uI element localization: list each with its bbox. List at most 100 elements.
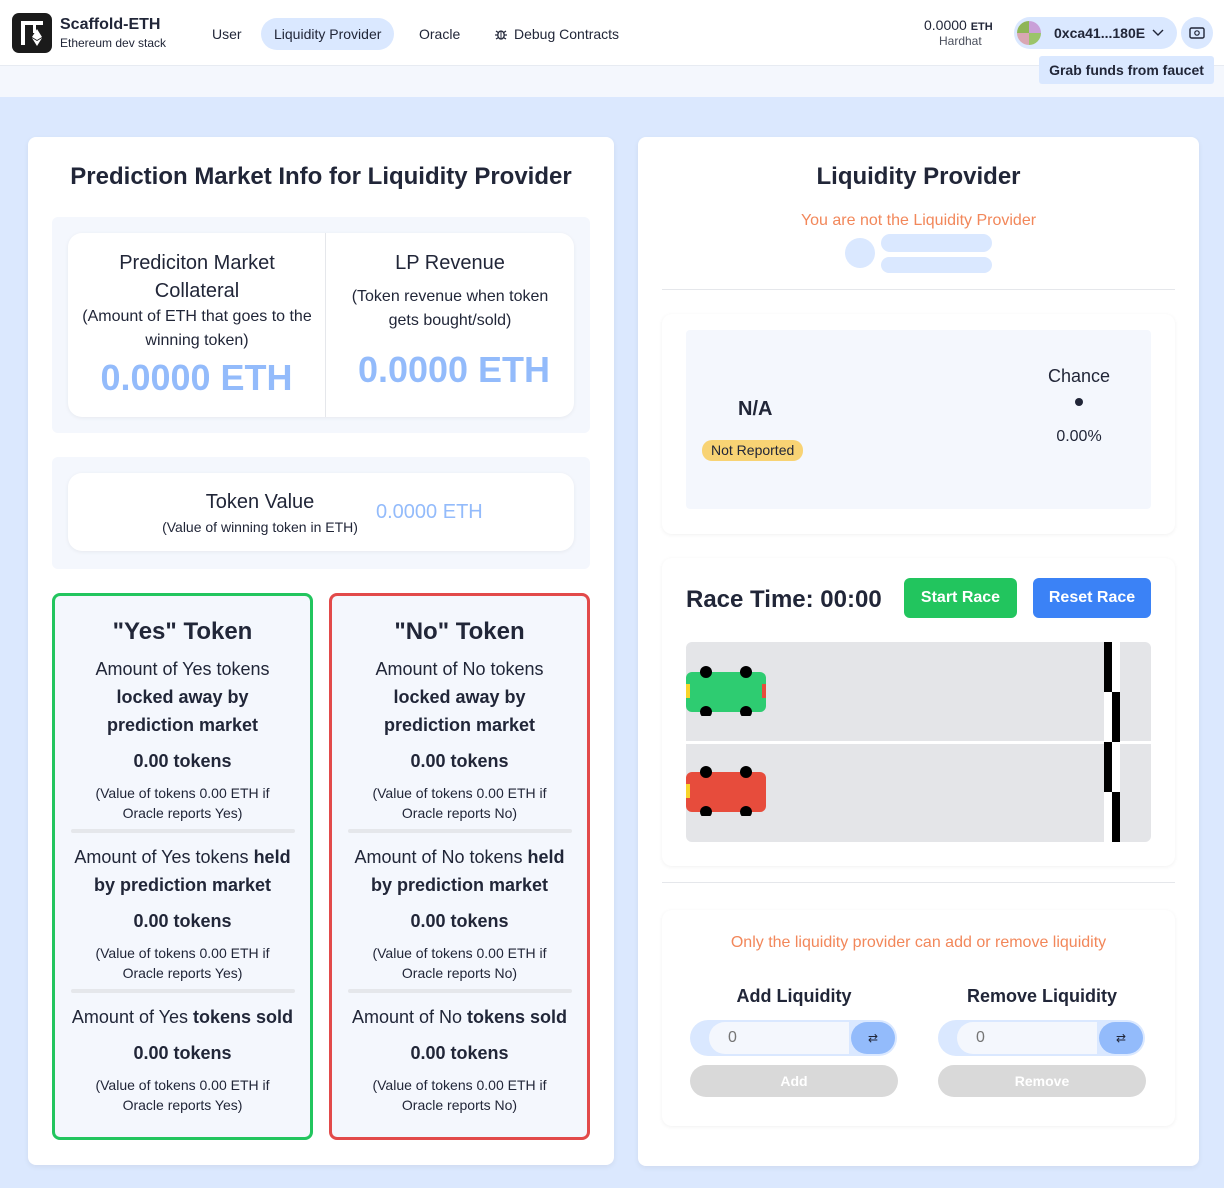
yes-locked-label-bold: locked away by prediction market xyxy=(106,687,259,735)
brand-subtitle: Ethereum dev stack xyxy=(60,36,167,50)
outcome-panel: N/A Not Reported Chance 0.00% xyxy=(662,314,1175,534)
outcome-inner: N/A Not Reported Chance 0.00% xyxy=(686,330,1151,509)
account-dropdown[interactable]: 0xca41...180E xyxy=(1014,17,1177,49)
avatar xyxy=(1017,21,1041,45)
no-sold-value: (Value of tokens 0.00 ETH if Oracle repo… xyxy=(372,1077,547,1113)
yes-locked-value: (Value of tokens 0.00 ETH if Oracle repo… xyxy=(95,785,270,821)
stats-container: Prediciton Market Collateral (Amount of … xyxy=(52,217,590,433)
token-value-desc: (Value of winning token in ETH) xyxy=(162,519,358,535)
yes-held-label: Amount of Yes tokens held xyxy=(55,843,310,871)
yes-divider-1 xyxy=(71,829,295,833)
yes-held-bold1: held xyxy=(253,847,291,867)
no-locked-label-pre: Amount of No tokens xyxy=(375,659,544,679)
no-held-label: Amount of No tokens held xyxy=(332,843,587,871)
no-held-value: (Value of tokens 0.00 ETH if Oracle repo… xyxy=(372,945,547,981)
lp-divider-2 xyxy=(662,882,1175,883)
balance-value: 0.0000 xyxy=(924,17,967,33)
no-token-title: "No" Token xyxy=(394,618,525,645)
nav-debug-label: Debug Contracts xyxy=(514,26,620,42)
yes-divider-2 xyxy=(71,989,295,993)
yes-sold-amount: 0.00 tokens xyxy=(133,1043,232,1063)
remove-button[interactable]: Remove xyxy=(938,1065,1146,1097)
token-value-amount: 0.0000 ETH xyxy=(376,501,483,523)
revenue-value: 0.0000 ETH xyxy=(357,349,551,390)
lp-address-skeleton-line1 xyxy=(881,234,992,252)
no-token-box: "No" Token Amount of No tokens locked aw… xyxy=(329,593,590,1140)
remove-liquidity-input[interactable] xyxy=(976,1028,1086,1048)
account-address: 0xca41...180E xyxy=(1054,25,1146,41)
faucet-tooltip: Grab funds from faucet xyxy=(1039,56,1214,84)
nav-debug-contracts[interactable]: Debug Contracts xyxy=(481,18,632,50)
add-liquidity-input-wrap: ⇄ xyxy=(690,1020,897,1056)
not-lp-notice: You are not the Liquidity Provider xyxy=(800,212,1037,229)
scaffold-logo[interactable] xyxy=(12,13,52,53)
finish-line xyxy=(1104,642,1120,842)
revenue-desc: (Token revenue when token gets bought/so… xyxy=(351,288,549,329)
yes-held-amount: 0.00 tokens xyxy=(133,911,232,931)
no-locked-value: (Value of tokens 0.00 ETH if Oracle repo… xyxy=(372,785,547,821)
collateral-title: Prediciton Market Collateral xyxy=(119,252,275,302)
status-badge: Not Reported xyxy=(702,440,804,461)
yes-token-box: "Yes" Token Amount of Yes tokens locked … xyxy=(52,593,313,1140)
network-name: Hardhat xyxy=(939,34,982,48)
no-held-pre: Amount of No tokens xyxy=(354,847,523,867)
chance-value: 0.00% xyxy=(1056,428,1102,445)
lp-address-skeleton-line2 xyxy=(881,257,992,273)
token-value-box: Token Value (Value of winning token in E… xyxy=(68,473,574,551)
race-time: Race Time: 00:00 xyxy=(686,586,882,614)
collateral-desc: (Amount of ETH that goes to the winning … xyxy=(82,308,312,349)
liquidity-panel: Only the liquidity provider can add or r… xyxy=(662,910,1175,1126)
no-locked-amount: 0.00 tokens xyxy=(410,751,509,771)
start-race-button[interactable]: Start Race xyxy=(904,578,1017,618)
balance-unit: ETH xyxy=(970,21,993,33)
brand-title: Scaffold-ETH xyxy=(60,16,161,33)
lp-title: Liquidity Provider xyxy=(816,163,1021,190)
remove-liquidity-input-wrap: ⇄ xyxy=(938,1020,1145,1056)
yes-sold-pre: Amount of Yes xyxy=(71,1007,189,1027)
chevron-down-icon xyxy=(1152,23,1164,46)
chance-label: Chance xyxy=(1047,366,1111,386)
add-liquidity-input[interactable] xyxy=(728,1028,838,1048)
no-divider-1 xyxy=(348,829,572,833)
liquidity-provider-card: Liquidity Provider You are not the Liqui… xyxy=(638,137,1199,1166)
no-race-car xyxy=(686,766,766,816)
add-swap-icon[interactable]: ⇄ xyxy=(851,1022,895,1054)
liquidity-notice: Only the liquidity provider can add or r… xyxy=(730,934,1107,951)
bug-icon xyxy=(494,20,508,40)
nav-user[interactable]: User xyxy=(199,18,255,50)
no-sold-bold: tokens sold xyxy=(467,1007,568,1027)
reset-race-button[interactable]: Reset Race xyxy=(1033,578,1151,618)
collateral-value: 0.0000 ETH xyxy=(100,357,293,398)
no-sold-label: Amount of No tokens sold xyxy=(332,1003,587,1031)
nav-liquidity-provider[interactable]: Liquidity Provider xyxy=(261,18,395,50)
lp-address-skeleton-avatar xyxy=(845,238,875,268)
yes-token-title: "Yes" Token xyxy=(112,618,253,645)
no-held-amount: 0.00 tokens xyxy=(410,911,509,931)
lane-divider xyxy=(686,741,1151,744)
eth-balance: 0.0000 ETH xyxy=(924,17,993,33)
no-sold-pre: Amount of No xyxy=(351,1007,462,1027)
lp-divider-1 xyxy=(662,289,1175,290)
market-info-card: Prediction Market Info for Liquidity Pro… xyxy=(28,137,614,1165)
race-panel: Race Time: 00:00 Start Race Reset Race xyxy=(662,558,1175,866)
race-time-value: 00:00 xyxy=(820,586,882,613)
outcome-label: N/A xyxy=(738,398,773,420)
remove-liquidity-title: Remove Liquidity xyxy=(966,986,1118,1006)
yes-locked-amount: 0.00 tokens xyxy=(133,751,232,771)
nav-oracle[interactable]: Oracle xyxy=(406,18,473,50)
no-locked-label-bold: locked away by prediction market xyxy=(383,687,536,735)
stats-box: Prediciton Market Collateral (Amount of … xyxy=(68,233,574,417)
banknote-icon xyxy=(1189,27,1205,39)
remove-swap-icon[interactable]: ⇄ xyxy=(1099,1022,1143,1054)
race-time-label: Race Time: xyxy=(686,586,814,613)
add-button[interactable]: Add xyxy=(690,1065,898,1097)
token-value-title: Token Value xyxy=(205,491,315,513)
revenue-title: LP Revenue xyxy=(395,252,505,274)
no-divider-2 xyxy=(348,989,572,993)
chance-dot xyxy=(1075,398,1083,406)
no-held-bold2: by prediction market xyxy=(370,875,549,895)
yes-race-car xyxy=(686,666,766,716)
yes-sold-value: (Value of tokens 0.00 ETH if Oracle repo… xyxy=(95,1077,270,1113)
race-track xyxy=(686,642,1151,842)
faucet-button[interactable] xyxy=(1181,17,1213,49)
